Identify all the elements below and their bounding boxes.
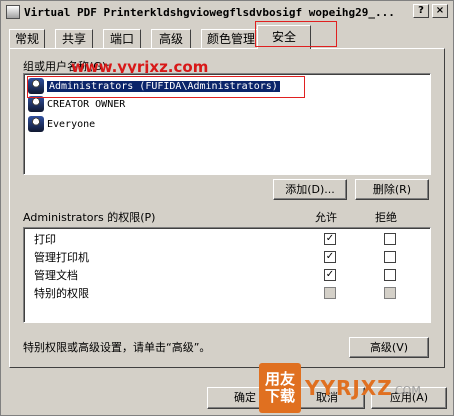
tab-strip: 常规 共享 端口 高级 颜色管理 安全 [7, 25, 447, 49]
permissions-label: Administrators 的权限(P) [23, 211, 156, 224]
allow-header: 允许 [315, 211, 337, 224]
permission-row: 管理打印机 ✓ [34, 249, 424, 265]
advanced-button[interactable]: 高级(V) [349, 337, 429, 358]
brand-logo-badge: 用友 下载 [259, 363, 301, 413]
window-title: Virtual PDF Printerkldshgviowegflsdvbosi… [24, 5, 395, 19]
permission-row: 管理文档 ✓ [34, 267, 424, 283]
permission-name: 管理文档 [34, 269, 78, 282]
permission-name: 打印 [34, 233, 56, 246]
permission-name: 管理打印机 [34, 251, 89, 264]
tab-general[interactable]: 常规 [9, 29, 45, 49]
users-listbox[interactable]: Administrators (FUFIDA\Administrators) C… [23, 73, 431, 175]
logo-line-2: 下载 [264, 387, 295, 405]
permission-row: 打印 ✓ [34, 231, 424, 247]
printer-icon [6, 5, 20, 19]
deny-header: 拒绝 [375, 211, 397, 224]
permission-name: 特别的权限 [34, 287, 89, 300]
user-name: Administrators (FUFIDA\Administrators) [47, 80, 280, 92]
allow-checkbox[interactable]: ✓ [324, 269, 336, 281]
permissions-list: 打印 ✓ 管理打印机 ✓ 管理文档 ✓ 特别的权限 [23, 227, 431, 323]
title-bar: Virtual PDF Printerkldshgviowegflsdvbosi… [3, 3, 451, 21]
advanced-hint: 特别权限或高级设置，请单击“高级”。 [23, 341, 211, 354]
tab-advanced[interactable]: 高级 [151, 29, 191, 49]
tab-ports[interactable]: 端口 [103, 29, 141, 49]
list-item[interactable]: Administrators (FUFIDA\Administrators) [28, 77, 426, 95]
user-name: CREATOR OWNER [47, 98, 126, 110]
list-item[interactable]: CREATOR OWNER [28, 95, 426, 113]
allow-checkbox[interactable]: ✓ [324, 251, 336, 263]
user-group-icon [28, 78, 44, 94]
deny-checkbox[interactable] [384, 233, 396, 245]
brand-logo-text: YYRJXZ [305, 376, 393, 400]
user-group-icon [28, 116, 44, 132]
deny-checkbox[interactable] [384, 269, 396, 281]
tab-sharing[interactable]: 共享 [55, 29, 93, 49]
deny-checkbox [384, 287, 396, 299]
brand-logo-suffix: COM [395, 384, 421, 397]
allow-checkbox [324, 287, 336, 299]
tab-color-management[interactable]: 颜色管理 [201, 29, 261, 49]
allow-checkbox[interactable]: ✓ [324, 233, 336, 245]
close-button[interactable]: × [432, 4, 448, 18]
printer-properties-dialog: Virtual PDF Printerkldshgviowegflsdvbosi… [0, 0, 454, 416]
remove-button[interactable]: 删除(R) [355, 179, 429, 200]
tab-security[interactable]: 安全 [257, 25, 311, 49]
user-name: Everyone [47, 118, 96, 130]
permission-row: 特别的权限 [34, 285, 424, 301]
user-group-icon [28, 96, 44, 112]
list-item[interactable]: Everyone [28, 115, 426, 133]
logo-line-1: 用友 [264, 370, 295, 388]
add-button[interactable]: 添加(D)... [273, 179, 347, 200]
help-button[interactable]: ? [413, 4, 429, 18]
deny-checkbox[interactable] [384, 251, 396, 263]
